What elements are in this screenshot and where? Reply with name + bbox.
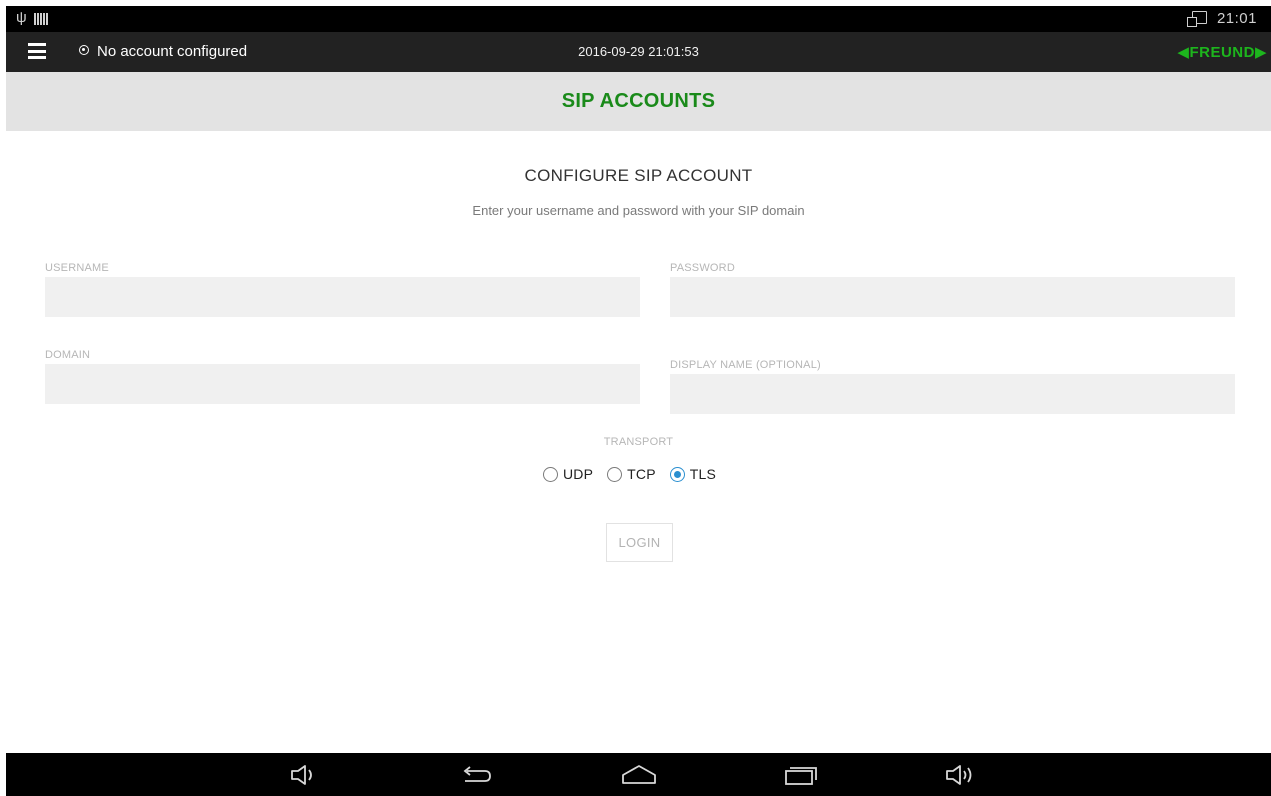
radio-tcp-label[interactable]: TCP xyxy=(627,466,656,482)
status-time: 21:01 xyxy=(1216,10,1257,27)
username-field[interactable] xyxy=(45,277,640,317)
recent-apps-icon[interactable] xyxy=(783,763,819,787)
current-datetime: 2016-09-29 21:01:53 xyxy=(578,44,699,59)
radio-udp-circle[interactable] xyxy=(543,466,558,482)
radio-tcp[interactable]: TCP xyxy=(607,466,656,482)
volume-down-icon[interactable] xyxy=(289,763,319,787)
system-nav-bar xyxy=(6,753,1271,796)
screen-cast-icon xyxy=(1187,11,1207,27)
barcode-icon xyxy=(34,13,48,25)
username-label: USERNAME xyxy=(45,262,109,274)
page-title: SIP ACCOUNTS xyxy=(561,90,716,112)
system-status-bar: ψ 21:01 xyxy=(6,6,1271,32)
password-label: PASSWORD xyxy=(670,262,735,274)
usb-icon: ψ xyxy=(16,9,27,26)
display-name-field[interactable] xyxy=(670,374,1235,414)
radio-tls-circle[interactable] xyxy=(669,466,685,482)
display-name-label: DISPLAY NAME (OPTIONAL) xyxy=(670,359,821,371)
page-header: SIP ACCOUNTS xyxy=(6,72,1271,131)
transport-label: TRANSPORT xyxy=(603,436,674,448)
radio-tls[interactable]: TLS xyxy=(669,466,716,482)
form-subheading: Enter your username and password with yo… xyxy=(472,203,805,218)
app-top-bar: No account configured 2016-09-29 21:01:5… xyxy=(6,32,1271,72)
domain-field[interactable] xyxy=(45,364,640,404)
radio-tls-label[interactable]: TLS xyxy=(690,466,716,482)
login-button[interactable]: LOGIN xyxy=(606,523,673,562)
password-field[interactable] xyxy=(670,277,1235,317)
radio-udp[interactable]: UDP xyxy=(543,466,593,482)
radio-udp-label[interactable]: UDP xyxy=(563,466,593,482)
radio-tcp-circle[interactable] xyxy=(607,466,623,482)
transport-radio-group: UDP TCP TLS xyxy=(543,463,730,485)
app-window: ψ 21:01 No account configured 2016-09-29… xyxy=(6,6,1271,796)
brand-logo: ◀FREUND▶ xyxy=(1177,44,1267,61)
domain-label: DOMAIN xyxy=(45,349,91,361)
form-heading: CONFIGURE SIP ACCOUNT xyxy=(524,166,753,185)
back-icon[interactable] xyxy=(459,763,493,787)
volume-up-icon[interactable] xyxy=(944,763,980,787)
home-icon[interactable] xyxy=(620,763,658,787)
